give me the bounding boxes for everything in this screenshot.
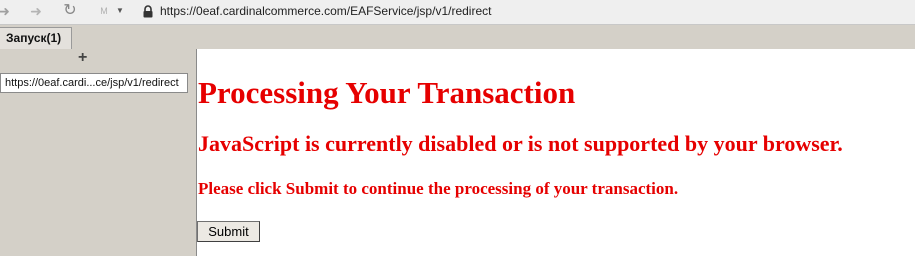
frame-url-item[interactable]: https://0eaf.cardi...ce/jsp/v1/redirect <box>0 73 188 93</box>
address-url[interactable]: https://0eaf.cardinalcommerce.com/EAFSer… <box>160 4 491 18</box>
submit-button[interactable]: Submit <box>197 221 260 242</box>
lock-icon <box>143 5 153 18</box>
page-content: Processing Your Transaction JavaScript i… <box>197 49 915 256</box>
forward-arrow-icon[interactable]: ➜ <box>26 2 46 20</box>
tab-strip: Запуск(1) <box>0 25 915 49</box>
add-icon[interactable]: + <box>78 50 87 66</box>
frames-panel: + https://0eaf.cardi...ce/jsp/v1/redirec… <box>0 49 197 256</box>
submit-instruction: Please click Submit to continue the proc… <box>198 179 679 198</box>
back-arrow-icon[interactable]: ➜ <box>0 2 14 20</box>
dropdown-icon[interactable]: ▼ <box>114 2 126 20</box>
reload-icon[interactable]: ↻ <box>60 2 80 20</box>
m-button[interactable]: M <box>94 2 114 20</box>
page-title: Processing Your Transaction <box>198 75 576 110</box>
javascript-warning: JavaScript is currently disabled or is n… <box>198 131 843 156</box>
tab-launch[interactable]: Запуск(1) <box>0 27 72 49</box>
address-toolbar: ➜ ➜ ↻ M ▼ https://0eaf.cardinalcommerce.… <box>0 0 915 25</box>
